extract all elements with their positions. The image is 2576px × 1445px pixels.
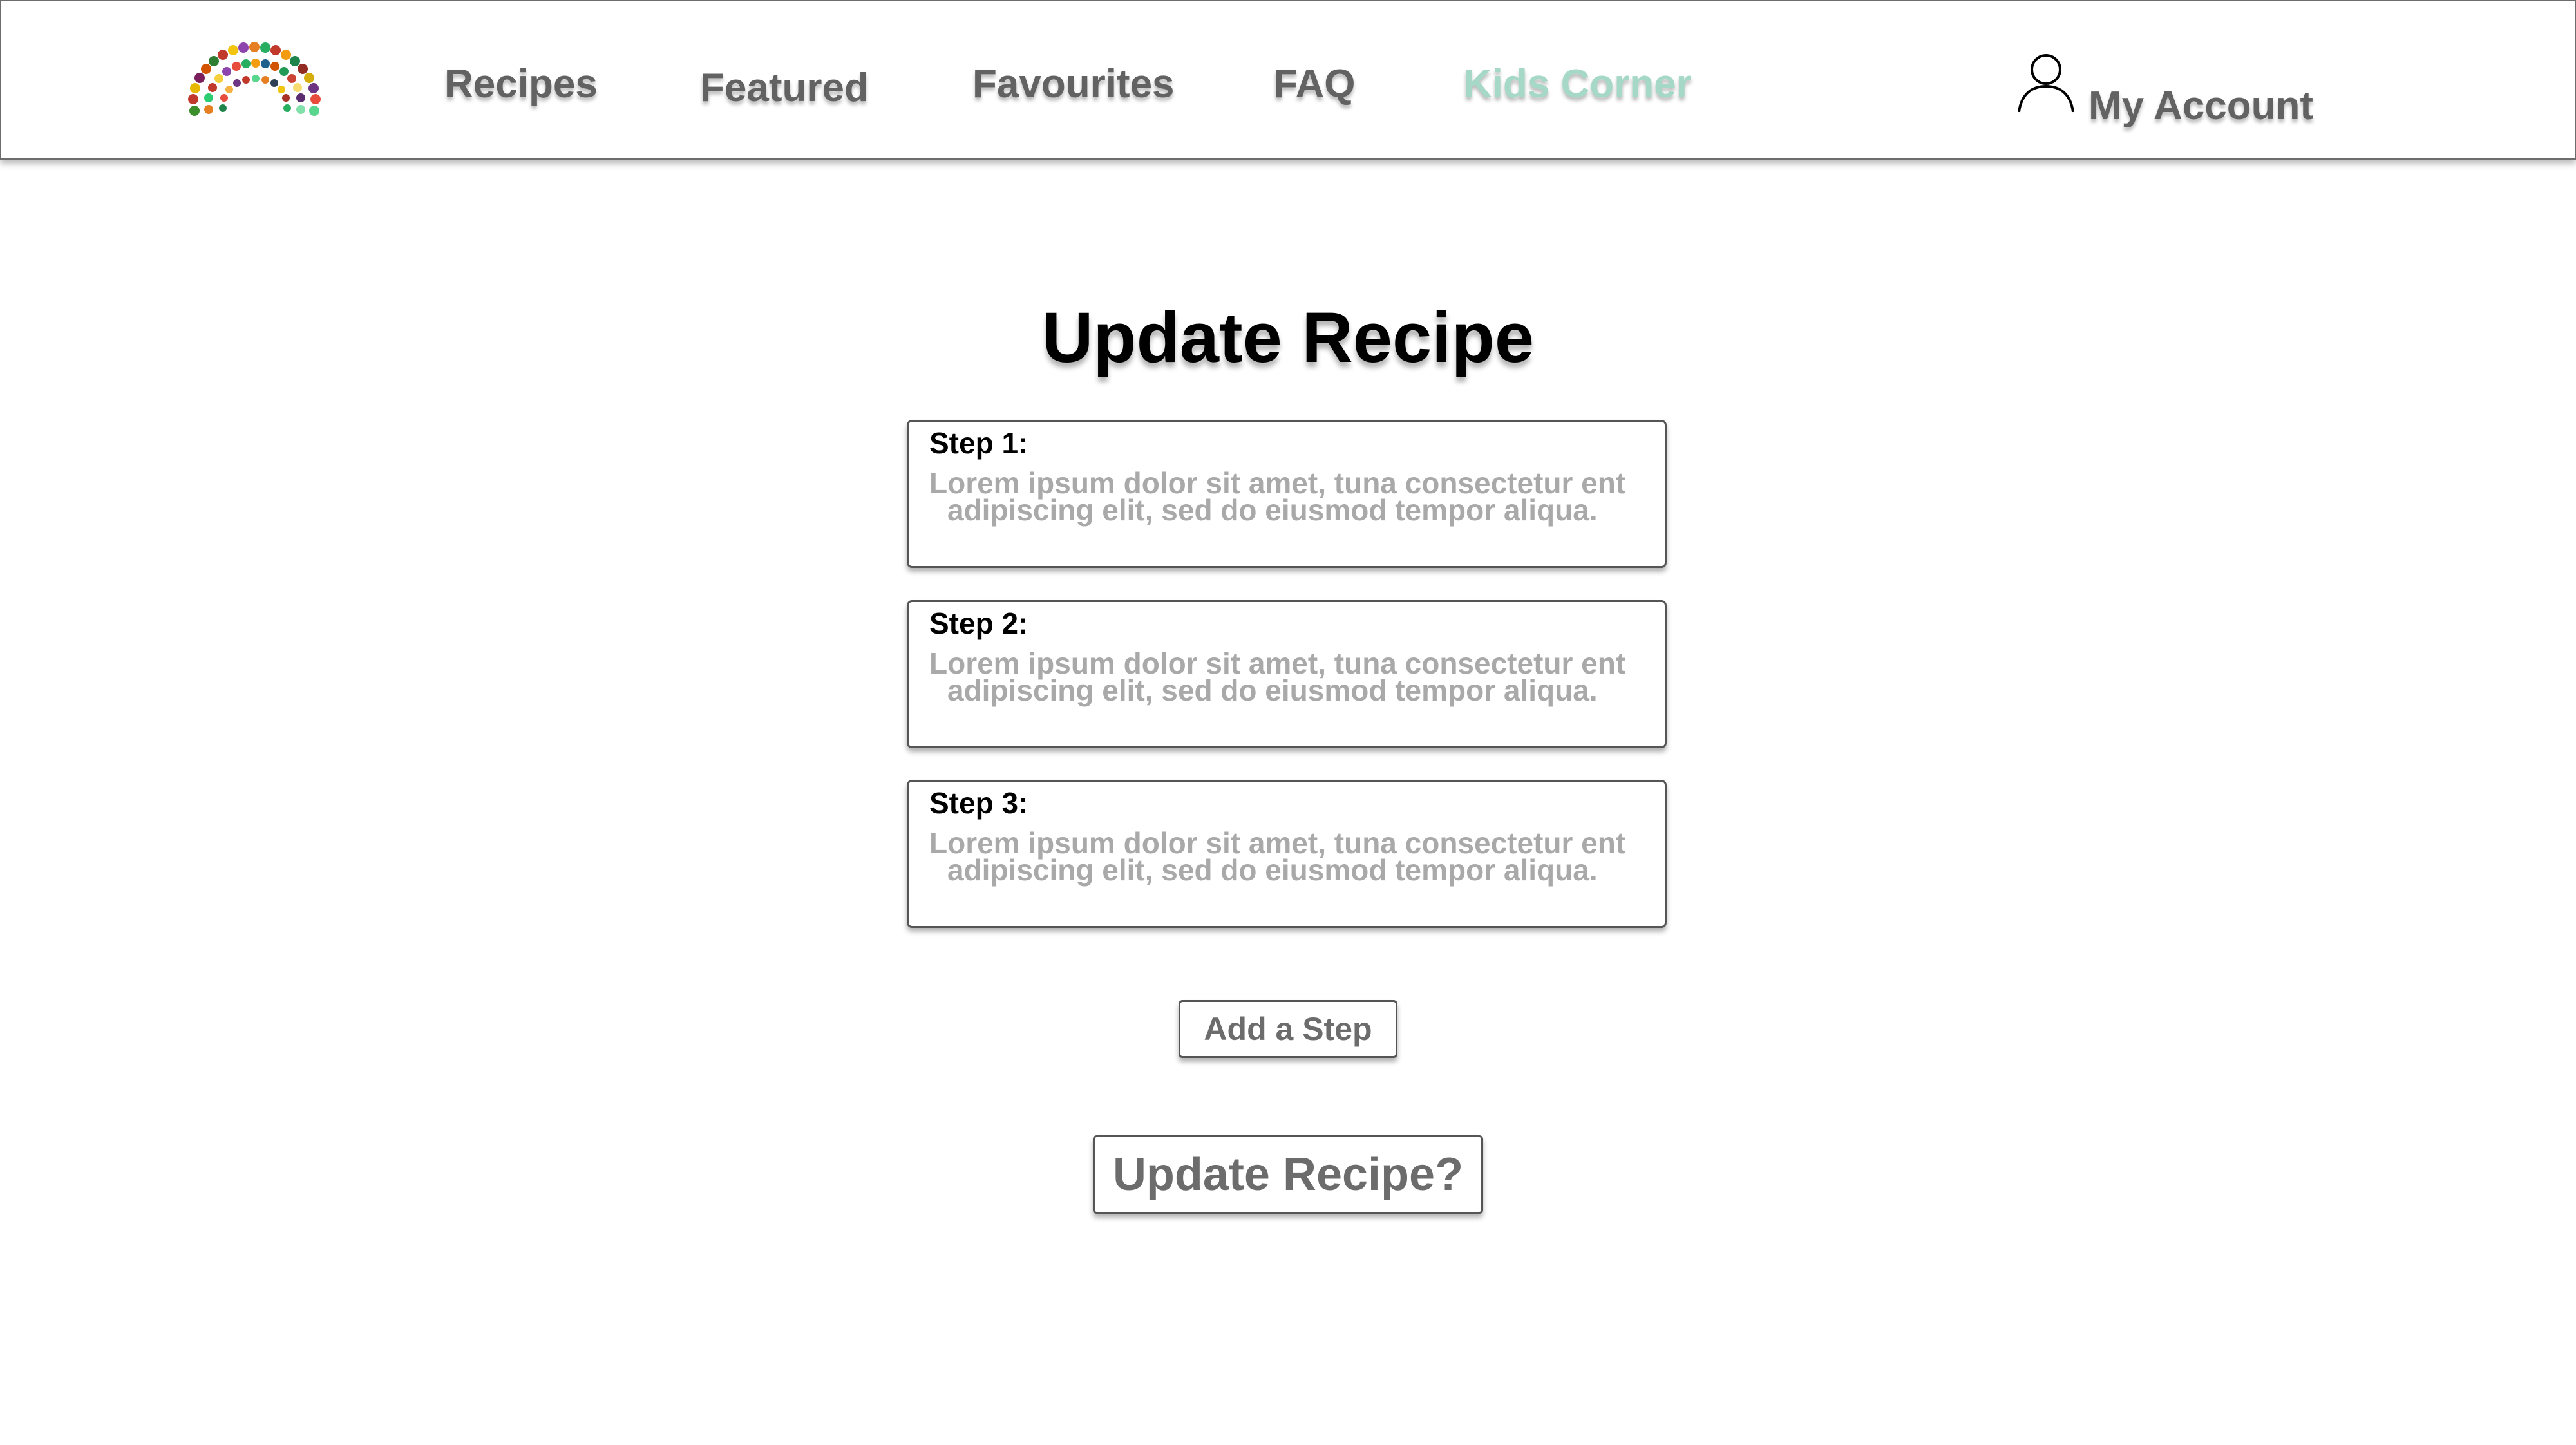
add-step-button[interactable]: Add a Step xyxy=(1179,1000,1397,1058)
nav-faq-link[interactable]: FAQ xyxy=(1273,64,1355,104)
nav-featured-link[interactable]: Featured xyxy=(700,68,869,108)
step-placeholder: Lorem ipsum dolor sit amet, tuna consect… xyxy=(929,648,1638,707)
step-placeholder-line: adipiscing elit, sed do eiusmod tempor a… xyxy=(947,674,1598,707)
my-account-link[interactable]: My Account xyxy=(2014,45,2313,129)
update-recipe-button[interactable]: Update Recipe? xyxy=(1093,1135,1483,1214)
step-placeholder: Lorem ipsum dolor sit amet, tuna consect… xyxy=(929,468,1638,527)
step-label: Step 3: xyxy=(929,786,1028,820)
step-label: Step 2: xyxy=(929,607,1028,640)
step-3-textarea[interactable]: Step 3: Lorem ipsum dolor sit amet, tuna… xyxy=(907,780,1667,928)
step-placeholder-line: adipiscing elit, sed do eiusmod tempor a… xyxy=(947,853,1598,887)
step-label: Step 1: xyxy=(929,426,1028,460)
step-placeholder-line: adipiscing elit, sed do eiusmod tempor a… xyxy=(947,493,1598,527)
step-2-textarea[interactable]: Step 2: Lorem ipsum dolor sit amet, tuna… xyxy=(907,600,1667,748)
my-account-label: My Account xyxy=(2088,84,2314,128)
nav-favourites-link[interactable]: Favourites xyxy=(972,64,1175,104)
page-title: Update Recipe xyxy=(1041,298,1535,377)
step-placeholder: Lorem ipsum dolor sit amet, tuna consect… xyxy=(929,828,1638,887)
step-1-textarea[interactable]: Step 1: Lorem ipsum dolor sit amet, tuna… xyxy=(907,420,1667,568)
page: Recipes Featured Favourites FAQ Kids Cor… xyxy=(0,0,2576,1445)
nav-kids-corner-link[interactable]: Kids Corner xyxy=(1463,64,1692,104)
top-navigation-bar: Recipes Featured Favourites FAQ Kids Cor… xyxy=(0,0,2576,160)
vegetable-rainbow-logo[interactable] xyxy=(182,28,330,125)
nav-recipes-link[interactable]: Recipes xyxy=(444,64,598,104)
user-icon xyxy=(2018,54,2074,113)
